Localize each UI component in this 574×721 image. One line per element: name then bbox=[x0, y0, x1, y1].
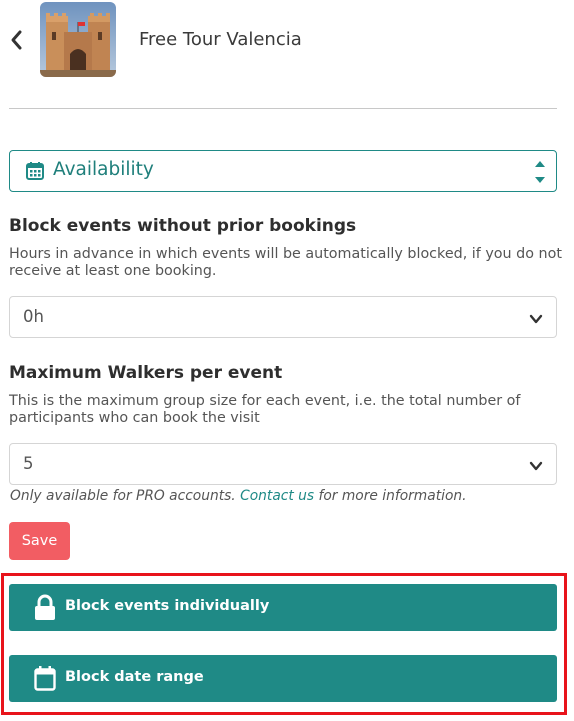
max-walkers-select[interactable]: 5 bbox=[9, 443, 557, 485]
block-events-individually-button[interactable]: Block events individually bbox=[9, 584, 557, 631]
calendar-icon bbox=[34, 665, 56, 692]
sort-arrows-icon bbox=[534, 158, 546, 186]
lock-icon bbox=[34, 594, 56, 621]
pro-note-text: Only available for PRO accounts. bbox=[10, 488, 241, 504]
pro-note-suffix: for more information. bbox=[314, 488, 467, 504]
tour-title: Free Tour Valencia bbox=[139, 29, 302, 50]
chevron-left-icon[interactable] bbox=[8, 28, 26, 52]
max-walkers-heading: Maximum Walkers per event bbox=[9, 363, 283, 383]
section-select-value: Availability bbox=[53, 159, 154, 180]
pro-note: Only available for PRO accounts. Contact… bbox=[10, 488, 467, 504]
section-select[interactable]: Availability bbox=[9, 150, 557, 192]
block-without-bookings-heading: Block events without prior bookings bbox=[9, 216, 357, 236]
contact-us-link[interactable]: Contact us bbox=[240, 488, 314, 504]
block-date-range-label: Block date range bbox=[65, 669, 204, 685]
header: Free Tour Valencia bbox=[0, 0, 574, 110]
chevron-down-icon bbox=[529, 458, 543, 472]
max-walkers-value: 5 bbox=[23, 454, 34, 473]
divider bbox=[9, 108, 557, 109]
hours-in-advance-select[interactable]: 0h bbox=[9, 296, 557, 338]
max-walkers-description: This is the maximum group size for each … bbox=[9, 393, 521, 426]
tour-thumbnail[interactable] bbox=[40, 2, 116, 77]
save-button[interactable]: Save bbox=[9, 522, 70, 560]
calendar-icon bbox=[25, 161, 45, 181]
block-events-individually-label: Block events individually bbox=[65, 598, 270, 614]
block-without-bookings-description: Hours in advance in which events will be… bbox=[9, 246, 562, 279]
chevron-down-icon bbox=[529, 311, 543, 325]
block-date-range-button[interactable]: Block date range bbox=[9, 655, 557, 702]
hours-in-advance-value: 0h bbox=[23, 307, 44, 326]
